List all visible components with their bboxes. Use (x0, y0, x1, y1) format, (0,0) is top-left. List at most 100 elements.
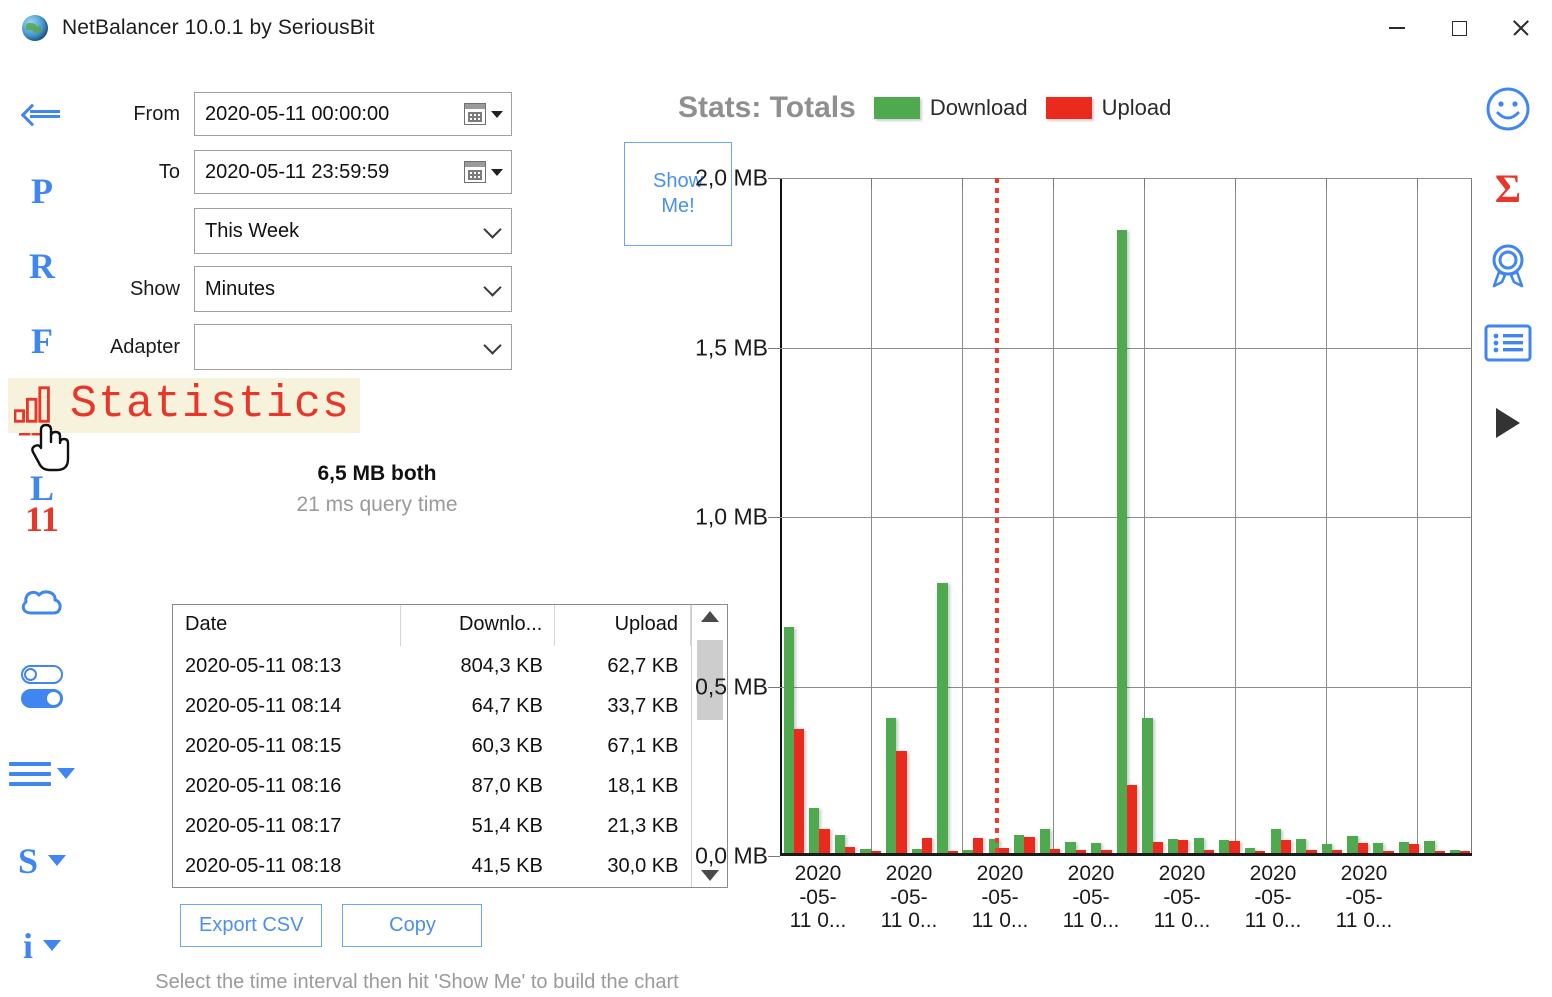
maximize-button[interactable] (1428, 0, 1490, 56)
table-header-row: Date Downlo... Upload (173, 605, 691, 646)
minimize-button[interactable] (1366, 0, 1428, 56)
x-axis-tick-label: 2020-05-11 0... (775, 862, 861, 933)
chart-bar-upload (1281, 840, 1291, 854)
table-row[interactable]: 2020-05-11 08:1464,7 KB33,7 KB (173, 686, 691, 726)
x-tick-line3: 11 0... (1048, 909, 1134, 933)
chart-bar-download (1271, 829, 1281, 854)
close-button[interactable] (1490, 0, 1552, 56)
chart-title: Stats: Totals (678, 91, 856, 125)
legend-upload: Upload (1046, 95, 1172, 121)
left-sidebar: P R F L 11 (0, 56, 84, 988)
chart-bar-upload (973, 838, 983, 854)
chart-bar-upload (1178, 840, 1188, 854)
chart-bar-download (1117, 230, 1127, 854)
show-select[interactable]: Minutes (194, 266, 512, 312)
rail-item-smiley[interactable] (1473, 72, 1543, 150)
legend-download: Download (874, 95, 1028, 121)
sigma-icon: Σ (1495, 169, 1521, 209)
from-row: From 2020-05-11 00:00:00 (84, 92, 670, 136)
sidebar-item-speed[interactable]: S (6, 818, 78, 903)
to-row: To 2020-05-11 23:59:59 (84, 150, 670, 194)
chart-bar-download (1194, 838, 1204, 854)
chart-plot-area[interactable]: 0,0 MB0,5 MB1,0 MB1,5 MB2,0 MB 2020-05-1… (780, 178, 1472, 856)
chart-bar-download (886, 718, 896, 854)
chevron-down-icon[interactable] (491, 169, 503, 176)
table-row[interactable]: 2020-05-11 08:1687,0 KB18,1 KB (173, 766, 691, 806)
speed-menu-icon: S (18, 840, 38, 882)
table-cell-date: 2020-05-11 08:14 (173, 686, 400, 726)
x-tick-line2: -05- (866, 886, 952, 910)
x-tick-line2: -05- (957, 886, 1043, 910)
table-cell-date: 2020-05-11 08:17 (173, 807, 400, 847)
column-header-download[interactable]: Downlo... (400, 605, 554, 646)
rail-item-list[interactable] (1473, 306, 1543, 384)
copy-button[interactable]: Copy (342, 904, 482, 947)
sidebar-item-menu[interactable] (6, 730, 78, 819)
table-cell-date: 2020-05-11 08:16 (173, 766, 400, 806)
sidebar-item-back[interactable] (6, 78, 78, 153)
export-csv-button[interactable]: Export CSV (180, 904, 322, 947)
x-axis-tick-mark (1326, 178, 1327, 189)
chart-header: Stats: Totals Download Upload (670, 56, 1470, 125)
table-row[interactable]: 2020-05-11 08:1841,5 KB30,0 KB (173, 847, 691, 887)
chevron-down-icon (483, 336, 501, 354)
sidebar-item-cloud[interactable] (6, 552, 78, 643)
rail-item-award[interactable] (1473, 228, 1543, 306)
cloud-icon (20, 583, 64, 613)
y-axis-tick-label: 1,5 MB (695, 334, 768, 361)
table-row[interactable]: 2020-05-11 08:1560,3 KB67,1 KB (173, 726, 691, 766)
chevron-down-icon[interactable] (491, 111, 503, 118)
column-header-date[interactable]: Date (173, 605, 400, 646)
x-axis-tick-mark (1053, 178, 1054, 189)
sidebar-item-filters[interactable]: F (6, 304, 78, 379)
x-tick-line1: 2020 (775, 862, 861, 886)
table-cell-download: 87,0 KB (400, 766, 554, 806)
table-cell-download: 60,3 KB (400, 726, 554, 766)
x-tick-line3: 11 0... (775, 909, 861, 933)
table-actions: Export CSV Copy (180, 904, 482, 947)
range-value: This Week (205, 220, 486, 243)
from-label: From (84, 103, 194, 126)
range-select[interactable]: This Week (194, 208, 512, 254)
from-datetime-input[interactable]: 2020-05-11 00:00:00 (194, 92, 512, 136)
x-axis-tick-label: 2020-05-11 0... (1139, 862, 1225, 933)
title-bar: NetBalancer 10.0.1 by SeriousBit (0, 0, 1552, 56)
chart-bar-download (835, 835, 845, 854)
chart-bar-upload (1127, 785, 1137, 854)
y-axis-tick-mark (768, 178, 780, 179)
sidebar-item-priorities[interactable]: P (6, 153, 78, 228)
chevron-down-icon (483, 220, 501, 238)
range-row: This Week (84, 208, 670, 254)
chart-bar-upload (922, 838, 932, 854)
calendar-icon[interactable] (464, 161, 486, 183)
sidebar-item-info[interactable]: i (6, 903, 78, 988)
calendar-icon[interactable] (464, 103, 486, 125)
y-axis-tick-label: 1,0 MB (695, 504, 768, 531)
to-datetime-input[interactable]: 2020-05-11 23:59:59 (194, 150, 512, 194)
x-axis-tick-mark (1235, 178, 1236, 189)
chart-bar-upload (896, 751, 906, 854)
globe-icon (22, 15, 48, 41)
sidebar-item-rules[interactable]: R (6, 228, 78, 303)
adapter-label: Adapter (84, 336, 194, 359)
window-controls (1366, 0, 1552, 56)
summary-block: Totals 6,5 MB both 21 ms query time (84, 436, 670, 517)
table-body: 2020-05-11 08:13804,3 KB62,7 KB2020-05-1… (173, 646, 691, 887)
toggles-icon (21, 665, 63, 708)
table-row[interactable]: 2020-05-11 08:13804,3 KB62,7 KB (173, 646, 691, 686)
table-cell-download: 804,3 KB (400, 646, 554, 686)
mouse-cursor-icon (28, 418, 74, 476)
summary-total: 6,5 MB both (84, 462, 670, 486)
rail-item-play[interactable] (1473, 384, 1543, 462)
stats-table-grid: Date Downlo... Upload 2020-05-11 08:1380… (173, 605, 691, 887)
chart-cursor-line (995, 178, 999, 856)
x-axis-tick-label: 2020-05-11 0... (1048, 862, 1134, 933)
table-row[interactable]: 2020-05-11 08:1751,4 KB21,3 KB (173, 807, 691, 847)
y-axis-tick-mark (768, 856, 780, 857)
adapter-select[interactable] (194, 324, 512, 370)
show-row: Show Minutes (84, 266, 670, 312)
to-label: To (84, 161, 194, 184)
sidebar-item-toggles[interactable] (6, 643, 78, 730)
rail-item-sigma[interactable]: Σ (1473, 150, 1543, 228)
chart-bar-download (1347, 836, 1357, 854)
